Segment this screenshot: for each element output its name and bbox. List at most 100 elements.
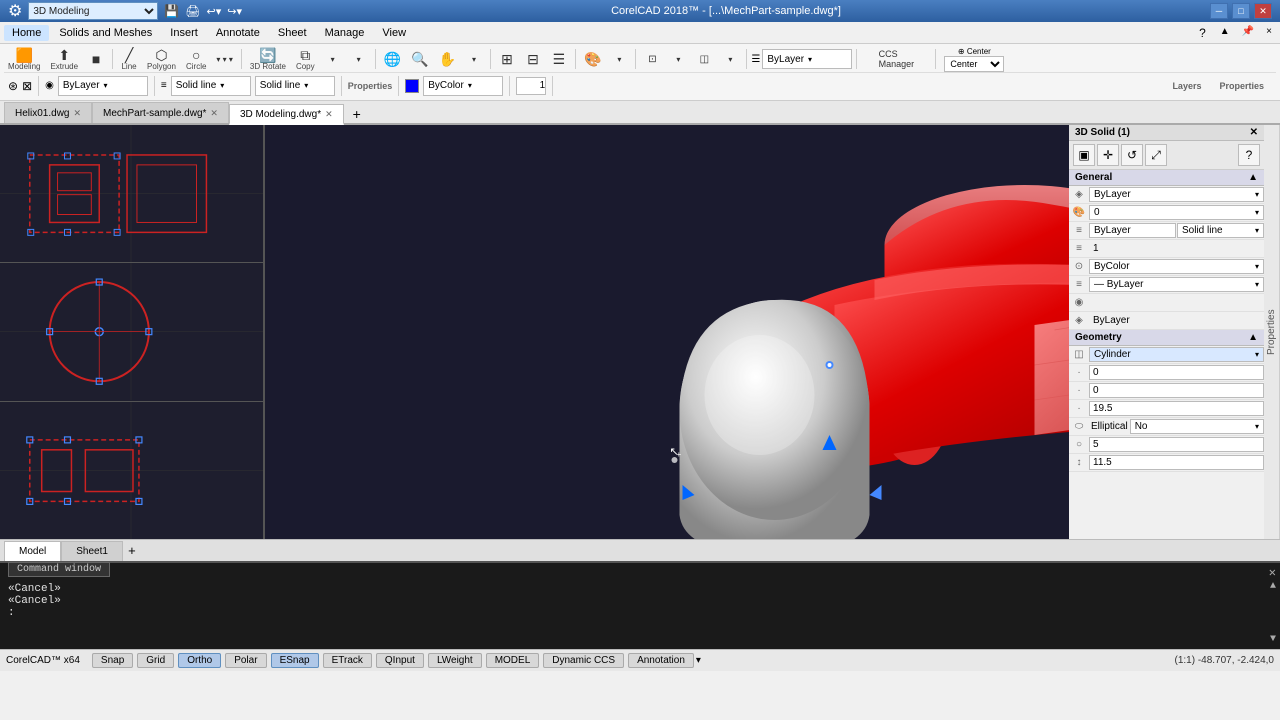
quick-access-print[interactable]: 🖨 (185, 4, 200, 18)
linetype2-dropdown[interactable]: Solid line ▾ (255, 76, 335, 96)
tab-add-btn[interactable]: + (348, 105, 366, 123)
radius-input[interactable] (1089, 437, 1264, 452)
solid-btn[interactable]: ■ (84, 48, 108, 70)
prop-paste-btn[interactable]: ⊠ (22, 79, 32, 93)
tab-sheet-add[interactable]: + (123, 542, 141, 560)
etrack-btn[interactable]: ETrack (323, 653, 372, 668)
face-btn[interactable]: ◫ (692, 48, 716, 70)
modify-more2[interactable]: ▾ (347, 48, 371, 70)
pan-btn[interactable]: ✋ (435, 48, 460, 70)
ortho-btn[interactable]: Ortho (178, 653, 221, 668)
copy-btn[interactable]: ⧉ Copy (292, 48, 319, 70)
minimize-btn[interactable]: ─ (1210, 3, 1228, 19)
visual-style-btn[interactable]: 🎨 (580, 48, 605, 70)
cmd-scroll-down[interactable]: ▼ (1270, 634, 1276, 645)
tab-mechpart-close[interactable]: ✕ (210, 108, 218, 119)
tab-mechpart[interactable]: MechPart-sample.dwg* ✕ (92, 102, 229, 123)
plotstyle-value[interactable]: ByColor ▾ (1089, 259, 1264, 274)
height-input[interactable] (1089, 455, 1264, 470)
viewport-top[interactable] (0, 125, 263, 263)
view-more[interactable]: ▾ (462, 48, 486, 70)
layer-selector[interactable]: ByLayer ▾ (762, 49, 852, 69)
match-prop-btn[interactable]: ⊛ (8, 79, 18, 93)
select-tool-btn[interactable]: ▣ (1073, 144, 1095, 166)
z-input[interactable] (1089, 401, 1264, 416)
modify-more1[interactable]: ▾ (321, 48, 345, 70)
face-more[interactable]: ▾ (718, 48, 742, 70)
draw-more-btn[interactable]: ▾ ▾ ▾ (212, 48, 237, 70)
menu-manage[interactable]: Manage (317, 25, 373, 41)
snap-btn[interactable]: Snap (92, 653, 133, 668)
view-list-btn[interactable]: ☰ (547, 48, 571, 70)
model-btn[interactable]: MODEL (486, 653, 540, 668)
scale-tool-btn[interactable]: ⤢ (1145, 144, 1167, 166)
view-grid-btn[interactable]: ⊟ (521, 48, 545, 70)
linetype-style-value[interactable]: Solid line ▾ (1177, 223, 1264, 238)
viewport-side[interactable] (0, 402, 263, 539)
elliptical-value[interactable]: No ▾ (1130, 419, 1264, 434)
center-3d-view[interactable]: X Y Z + ↖ (265, 125, 1069, 539)
menu-insert[interactable]: Insert (162, 25, 206, 41)
viewport-front[interactable] (0, 263, 263, 401)
shape-value[interactable]: Cylinder ▾ (1089, 347, 1264, 362)
visual-more[interactable]: ▾ (607, 48, 631, 70)
cmd-window-close[interactable]: ✕ (1269, 565, 1276, 580)
menu-annotate[interactable]: Annotate (208, 25, 268, 41)
edge-btn[interactable]: ⊡ (640, 48, 664, 70)
annotation-arrow[interactable]: ▾ (696, 655, 701, 666)
help-tool-btn[interactable]: ? (1238, 144, 1260, 166)
ccs-manager-btn[interactable]: CCSManager (875, 48, 919, 70)
undo-btn[interactable]: ↩▾ (207, 5, 222, 18)
edge-more[interactable]: ▾ (666, 48, 690, 70)
dynamic-ccs-btn[interactable]: Dynamic CCS (543, 653, 624, 668)
viewports-btn[interactable]: ⊞ (495, 48, 519, 70)
maximize-btn[interactable]: □ (1232, 3, 1250, 19)
tab-model[interactable]: Model (4, 541, 61, 561)
modeling-btn[interactable]: 🟧 Modeling (4, 48, 44, 70)
annotation-btn[interactable]: Annotation (628, 653, 694, 668)
panel-expand-btn[interactable]: × (1262, 24, 1276, 42)
tab-3dmodeling[interactable]: 3D Modeling.dwg* ✕ (229, 104, 344, 125)
move-tool-btn[interactable]: ✛ (1097, 144, 1119, 166)
linetype-row-value[interactable]: ByLayer (1089, 223, 1176, 238)
lts-value[interactable]: — ByLayer ▾ (1089, 277, 1264, 292)
general-section-header[interactable]: General ▲ (1069, 170, 1264, 186)
rotate-tool-btn[interactable]: ↺ (1121, 144, 1143, 166)
x-input[interactable] (1089, 365, 1264, 380)
geometry-section-header[interactable]: Geometry ▲ (1069, 330, 1264, 346)
tab-helix-close[interactable]: ✕ (73, 108, 81, 119)
qinput-btn[interactable]: QInput (376, 653, 424, 668)
panel-close[interactable]: ✕ (1250, 127, 1258, 138)
menu-view[interactable]: View (374, 25, 414, 41)
y-input[interactable] (1089, 383, 1264, 398)
lineweight-input[interactable] (516, 77, 546, 95)
menu-sheet[interactable]: Sheet (270, 25, 315, 41)
layer-row-value[interactable]: ByLayer ▾ (1089, 187, 1264, 202)
redo-btn[interactable]: ↪▾ (227, 5, 242, 18)
lweight-btn[interactable]: LWeight (428, 653, 482, 668)
rotate3d-btn[interactable]: 🔄 3D Rotate (246, 48, 290, 70)
esnap-btn[interactable]: ESnap (271, 653, 319, 668)
tab-sheet1[interactable]: Sheet1 (61, 541, 123, 561)
orbit-btn[interactable]: 🌐 (380, 48, 405, 70)
zoom-btn[interactable]: 🔍 (407, 48, 432, 70)
line-btn[interactable]: ╱ Line (117, 48, 141, 70)
grid-btn[interactable]: Grid (137, 653, 174, 668)
color-row-value[interactable]: 0 ▾ (1089, 205, 1264, 220)
tab-3dmodeling-close[interactable]: ✕ (325, 109, 333, 120)
close-btn[interactable]: ✕ (1254, 3, 1272, 19)
panel-collapse-btn[interactable]: ▲ (1216, 24, 1234, 42)
circle-btn[interactable]: ○ Circle (182, 48, 210, 70)
linetype-dropdown[interactable]: Solid line ▾ (171, 76, 251, 96)
tab-helix[interactable]: Helix01.dwg ✕ (4, 102, 92, 123)
menu-solids[interactable]: Solids and Meshes (51, 25, 160, 41)
color-dropdown[interactable]: ByLayer ▾ (58, 76, 148, 96)
polygon-btn[interactable]: ⬡ Polygon (143, 48, 180, 70)
bycolor-dropdown[interactable]: ByColor ▾ (423, 76, 503, 96)
polar-btn[interactable]: Polar (225, 653, 266, 668)
help-btn[interactable]: ? (1193, 24, 1212, 42)
panel-pin-btn[interactable]: 📌 (1238, 24, 1258, 42)
extrude-btn[interactable]: ⬆ Extrude (46, 48, 82, 70)
cmd-scroll-up[interactable]: ▲ (1270, 581, 1276, 592)
quick-access-save[interactable]: 💾 (164, 4, 179, 18)
